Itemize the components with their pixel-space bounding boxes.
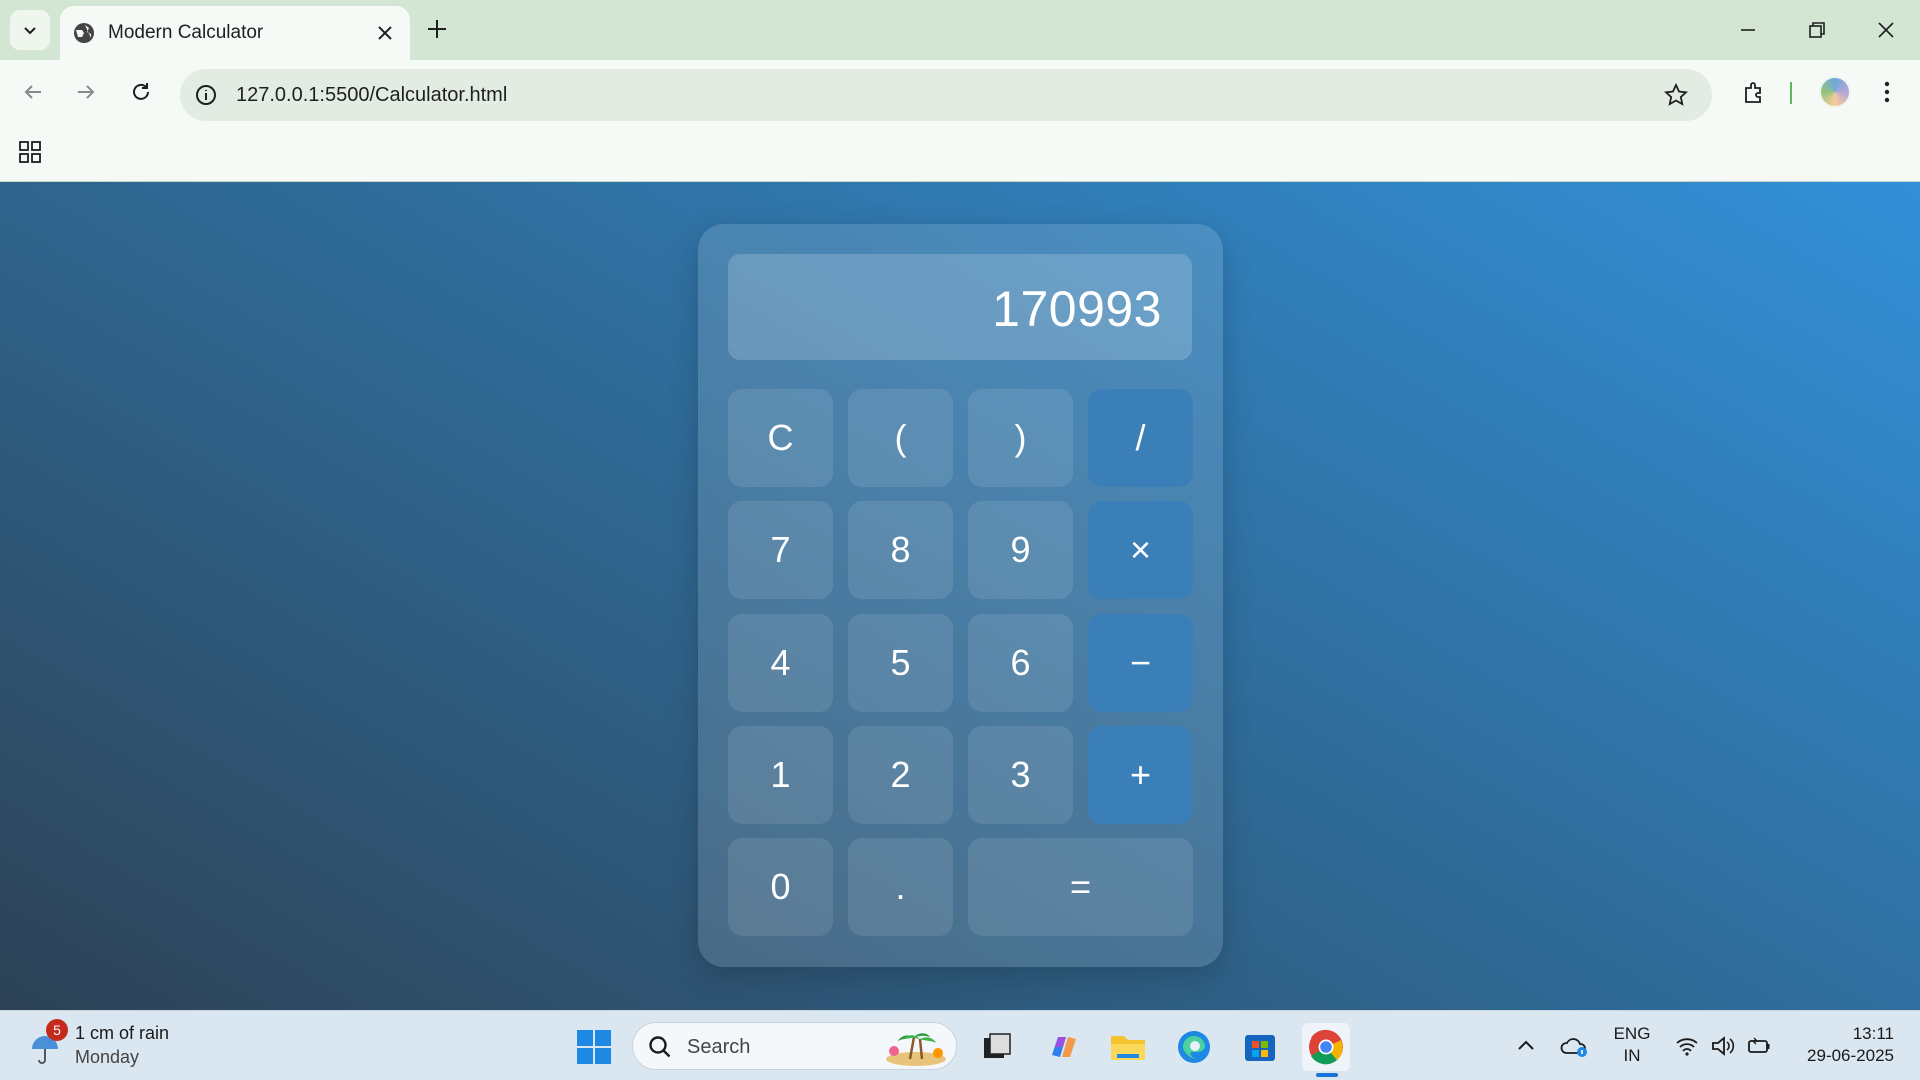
volume-icon[interactable] bbox=[1710, 1033, 1736, 1059]
key-subtract[interactable]: − bbox=[1088, 614, 1193, 712]
page-viewport: 170993 C ( ) / 7 8 9 × 4 5 6 − 1 2 3 + 0… bbox=[0, 182, 1920, 1010]
chevron-down-icon bbox=[24, 27, 36, 35]
chrome-icon bbox=[1309, 1029, 1343, 1065]
key-1[interactable]: 1 bbox=[728, 726, 833, 824]
key-0[interactable]: 0 bbox=[728, 838, 833, 936]
key-7[interactable]: 7 bbox=[728, 501, 833, 599]
key-4[interactable]: 4 bbox=[728, 614, 833, 712]
calculator-panel: 170993 C ( ) / 7 8 9 × 4 5 6 − 1 2 3 + 0… bbox=[698, 224, 1223, 967]
key-2[interactable]: 2 bbox=[848, 726, 953, 824]
close-window-icon[interactable] bbox=[1872, 16, 1900, 44]
reload-icon[interactable] bbox=[127, 78, 155, 106]
chrome-button[interactable] bbox=[1302, 1023, 1350, 1071]
profile-avatar[interactable] bbox=[1819, 76, 1851, 108]
browser-toolbar: 127.0.0.1:5500/Calculator.html bbox=[0, 60, 1920, 124]
calculator-display: 170993 bbox=[728, 254, 1192, 360]
task-view-icon bbox=[984, 1033, 1011, 1058]
url-text: 127.0.0.1:5500/Calculator.html bbox=[236, 84, 508, 106]
windows-logo-icon bbox=[577, 1030, 611, 1064]
bookmark-star-icon[interactable] bbox=[1662, 81, 1690, 109]
language-region: IN bbox=[1623, 1046, 1641, 1065]
key-close-paren[interactable]: ) bbox=[968, 389, 1073, 487]
key-add[interactable]: + bbox=[1088, 726, 1193, 824]
weather-text: 1 cm of rain bbox=[75, 1023, 170, 1043]
onedrive-cloud-icon[interactable] bbox=[1560, 1033, 1590, 1059]
display-value: 170993 bbox=[992, 281, 1162, 337]
copilot-icon bbox=[1052, 1037, 1076, 1057]
globe-icon bbox=[74, 23, 94, 43]
tab-title: Modern Calculator bbox=[108, 22, 264, 43]
key-decimal[interactable]: . bbox=[848, 838, 953, 936]
key-multiply[interactable]: × bbox=[1088, 501, 1193, 599]
key-3[interactable]: 3 bbox=[968, 726, 1073, 824]
key-divide[interactable]: / bbox=[1088, 389, 1193, 487]
back-arrow-icon[interactable] bbox=[19, 78, 47, 106]
key-5[interactable]: 5 bbox=[848, 614, 953, 712]
forward-arrow-icon[interactable] bbox=[72, 78, 100, 106]
active-app-indicator bbox=[1316, 1073, 1338, 1077]
key-6[interactable]: 6 bbox=[968, 614, 1073, 712]
key-8[interactable]: 8 bbox=[848, 501, 953, 599]
apps-grid-icon[interactable] bbox=[18, 140, 42, 164]
system-clock[interactable]: 13:11 29-06-2025 bbox=[1807, 1023, 1894, 1067]
minimize-icon[interactable] bbox=[1734, 16, 1762, 44]
language-indicator[interactable]: ENG IN bbox=[1612, 1023, 1652, 1067]
search-placeholder: Search bbox=[687, 1036, 751, 1058]
bookmarks-bar bbox=[0, 124, 1920, 182]
task-view-button[interactable] bbox=[973, 1023, 1021, 1071]
site-info-icon[interactable] bbox=[194, 83, 218, 107]
edge-button[interactable] bbox=[1170, 1023, 1218, 1071]
close-tab-icon[interactable] bbox=[374, 22, 396, 44]
folder-icon bbox=[1111, 1036, 1145, 1060]
search-icon bbox=[649, 1036, 671, 1058]
taskbar-search[interactable]: Search bbox=[632, 1022, 957, 1070]
tab-search-dropdown-button[interactable] bbox=[10, 10, 50, 50]
clock-date: 29-06-2025 bbox=[1807, 1046, 1894, 1065]
taskbar: 5 1 cm of rain Monday Search ENG IN 13:1… bbox=[0, 1010, 1920, 1080]
copilot-button[interactable] bbox=[1040, 1023, 1088, 1071]
chevron-up-icon[interactable] bbox=[1513, 1033, 1539, 1059]
key-open-paren[interactable]: ( bbox=[848, 389, 953, 487]
battery-icon[interactable] bbox=[1746, 1033, 1772, 1059]
key-equals[interactable]: = bbox=[968, 838, 1193, 936]
clock-time: 13:11 bbox=[1852, 1024, 1894, 1043]
wifi-icon[interactable] bbox=[1674, 1033, 1700, 1059]
browser-tab-bar: Modern Calculator bbox=[0, 0, 1920, 60]
key-9[interactable]: 9 bbox=[968, 501, 1073, 599]
more-menu-icon[interactable] bbox=[1873, 78, 1901, 106]
store-button[interactable] bbox=[1236, 1023, 1284, 1071]
language-code: ENG bbox=[1613, 1024, 1651, 1043]
file-explorer-button[interactable] bbox=[1104, 1023, 1152, 1071]
new-tab-icon[interactable] bbox=[424, 16, 450, 42]
search-highlight-art-icon bbox=[886, 1033, 946, 1066]
start-button[interactable] bbox=[570, 1023, 618, 1071]
extensions-icon[interactable] bbox=[1740, 78, 1768, 106]
toolbar-separator bbox=[1790, 82, 1792, 104]
restore-icon[interactable] bbox=[1803, 16, 1831, 44]
address-bar[interactable]: 127.0.0.1:5500/Calculator.html bbox=[180, 69, 1712, 121]
key-clear[interactable]: C bbox=[728, 389, 833, 487]
weather-day: Monday bbox=[75, 1047, 140, 1067]
browser-tab[interactable]: Modern Calculator bbox=[60, 6, 410, 60]
store-icon bbox=[1245, 1035, 1275, 1061]
notification-badge: 5 bbox=[46, 1019, 68, 1041]
edge-browser-icon bbox=[1178, 1031, 1210, 1063]
